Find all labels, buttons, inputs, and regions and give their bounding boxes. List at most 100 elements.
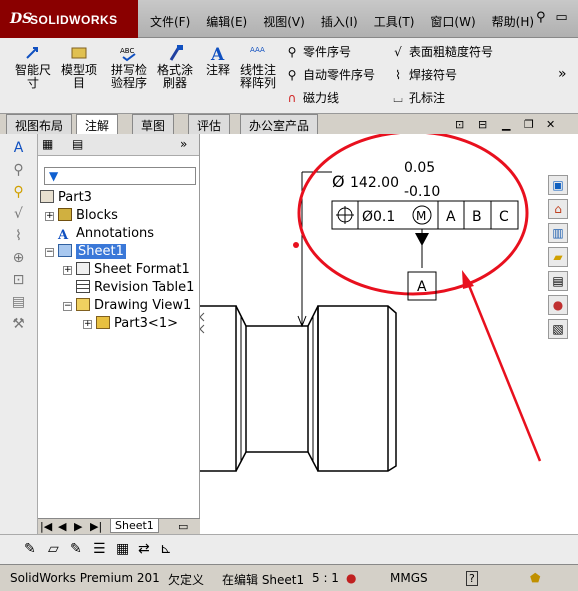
close-icon[interactable]: ✕: [546, 118, 555, 131]
file-explorer-icon[interactable]: ▰: [548, 247, 568, 267]
menu-help[interactable]: 帮助(H): [492, 13, 534, 30]
surface-tool-icon[interactable]: √: [0, 206, 37, 222]
tree-drawing-view-label: Drawing View1: [94, 298, 192, 313]
menu-tools[interactable]: 工具(T): [374, 13, 415, 30]
expand-toggle[interactable]: +: [45, 212, 54, 221]
sheet-tab[interactable]: Sheet1: [110, 518, 159, 533]
hatch-tool-icon[interactable]: ▤: [0, 294, 37, 310]
magnetic-line-button[interactable]: ∩ 磁力线: [284, 89, 339, 106]
gtol-tool-icon[interactable]: ⊕: [0, 250, 37, 266]
view-toggle-icon[interactable]: ⊡: [455, 118, 464, 131]
format-painter-label: 格式涂 刷器: [156, 63, 193, 90]
drawing-sheet[interactable]: Ø 142.00 0.05 -0.10 Ø0.1 M A B C A: [200, 134, 578, 534]
tree-item-drawing-view[interactable]: Drawing View1: [76, 298, 191, 313]
layer-properties-icon[interactable]: ▱: [48, 541, 59, 557]
sheet-nav-next-icon[interactable]: ▶: [74, 520, 82, 533]
menu-edit[interactable]: 编辑(E): [206, 13, 247, 30]
auto-balloon-tool-icon[interactable]: ⚲: [0, 184, 37, 200]
tab-sketch[interactable]: 草图: [132, 114, 175, 134]
balloon-button[interactable]: ⚲ 零件序号: [284, 43, 351, 60]
title-bar: DS SOLIDWORKS 文件(F) 编辑(E) 视图(V) 插入(I) 工具…: [0, 0, 578, 38]
tree-filter-input[interactable]: ▼: [44, 167, 196, 185]
rebuild-icon[interactable]: ●: [346, 571, 356, 585]
view-split-icon[interactable]: ⊟: [478, 118, 487, 131]
tree-item-annotations[interactable]: A Annotations: [58, 226, 154, 242]
dim-tolerance-lower: -0.10: [404, 184, 440, 200]
feature-tree-tab-icon[interactable]: ▦: [42, 137, 53, 151]
collapse-toggle[interactable]: −: [45, 248, 54, 257]
tag-icon[interactable]: ⬟: [530, 571, 540, 585]
property-tab-icon[interactable]: ▤: [72, 137, 83, 151]
sheet-nav-last-icon[interactable]: ▶|: [90, 520, 102, 533]
menu-view[interactable]: 视图(V): [263, 13, 305, 30]
weld-symbol-button[interactable]: ⌇ 焊接符号: [390, 66, 457, 83]
line-style-icon[interactable]: ▦: [116, 541, 129, 557]
tab-office-products[interactable]: 办公室产品: [240, 114, 319, 134]
solidworks-logo[interactable]: DS SOLIDWORKS: [0, 0, 138, 38]
menu-insert[interactable]: 插入(I): [321, 13, 358, 30]
home-icon[interactable]: ⌂: [548, 199, 568, 219]
datum-tool-icon[interactable]: ⊡: [0, 272, 37, 288]
resources-icon[interactable]: ▣: [548, 175, 568, 195]
expand-toggle[interactable]: +: [83, 320, 92, 329]
panel-collapse-icon[interactable]: [200, 324, 205, 334]
restore-icon[interactable]: ❐: [524, 118, 534, 131]
svg-text:ABC: ABC: [120, 47, 134, 55]
menu-file[interactable]: 文件(F): [150, 13, 190, 30]
tree-root[interactable]: Part3: [40, 190, 92, 205]
hole-callout-button[interactable]: ⌴ 孔标注: [390, 89, 445, 106]
color-icon[interactable]: ✎: [70, 541, 82, 557]
appearances-icon[interactable]: ●: [548, 295, 568, 315]
auto-balloon-button[interactable]: ⚲ 自动零件序号: [284, 66, 375, 83]
ribbon-overflow-icon[interactable]: »: [558, 66, 567, 82]
linear-note-pattern-button[interactable]: AAA 线性注 释阵列: [238, 44, 278, 90]
balloon-tool-icon[interactable]: ⚲: [0, 162, 37, 178]
line-thickness-icon[interactable]: ☰: [93, 541, 106, 557]
pin-icon[interactable]: ⚲: [536, 10, 546, 25]
tab-evaluate[interactable]: 评估: [188, 114, 231, 134]
note-tool-icon[interactable]: A: [0, 140, 37, 156]
format-painter-button[interactable]: 格式涂 刷器: [152, 44, 198, 90]
spell-check-button[interactable]: ABC 拼写检 验程序: [106, 44, 152, 90]
line-format-icon[interactable]: ⊾: [160, 541, 172, 557]
help-icon[interactable]: ?: [466, 571, 478, 586]
sheet-nav-prev-icon[interactable]: ◀: [58, 520, 66, 533]
sheet-nav-first-icon[interactable]: |◀: [40, 520, 52, 533]
custom-properties-icon[interactable]: ▧: [548, 319, 568, 339]
fcf-tolerance: Ø0.1: [362, 209, 395, 225]
filter-icon: ▼: [49, 169, 59, 183]
tree-item-blocks[interactable]: Blocks: [58, 208, 118, 223]
tree-item-revision-table[interactable]: Revision Table1: [76, 280, 194, 295]
svg-text:AAA: AAA: [250, 46, 265, 54]
tree-item-sheet[interactable]: Sheet1: [58, 244, 126, 259]
status-units[interactable]: MMGS: [390, 571, 428, 585]
menu-window[interactable]: 窗口(W): [430, 13, 475, 30]
panel-expand-icon[interactable]: »: [180, 137, 187, 151]
tab-view-layout[interactable]: 视图布局: [6, 114, 73, 134]
design-library-icon[interactable]: ▥: [548, 223, 568, 243]
surface-finish-button[interactable]: √ 表面粗糙度符号: [390, 43, 493, 60]
window-restore-icon[interactable]: ▭: [555, 10, 567, 25]
model-items-button[interactable]: 模型项 目: [58, 44, 100, 90]
surface-finish-label: 表面粗糙度符号: [409, 45, 494, 59]
hide-show-edges-icon[interactable]: ⇄: [138, 541, 150, 557]
auto-balloon-icon: ⚲: [287, 68, 297, 82]
smart-dimension-button[interactable]: 智能尺 寸: [12, 44, 54, 90]
tree-item-sheet-format[interactable]: Sheet Format1: [76, 262, 190, 277]
expand-toggle[interactable]: +: [63, 266, 72, 275]
drawing-canvas: Ø 142.00 0.05 -0.10 Ø0.1 M A B C A: [200, 134, 542, 472]
panel-collapse-icon[interactable]: [200, 312, 205, 322]
smart-dimension-icon: [26, 47, 38, 59]
layer-icon[interactable]: ✎: [24, 541, 36, 557]
add-sheet-icon[interactable]: ▭: [178, 520, 188, 533]
note-button[interactable]: A 注释: [204, 44, 232, 77]
tree-item-part-ref[interactable]: Part3<1>: [96, 316, 178, 331]
collapse-toggle[interactable]: −: [63, 302, 72, 311]
minimize-icon[interactable]: ▁: [502, 118, 510, 131]
dim-diameter-symbol: Ø: [332, 172, 345, 191]
tab-annotation[interactable]: 注解: [76, 114, 119, 135]
view-palette-icon[interactable]: ▤: [548, 271, 568, 291]
bottom-toolbar: ✎ ▱ ✎ ☰ ▦ ⇄ ⊾: [0, 534, 578, 564]
wrench-tool-icon[interactable]: ⚒: [0, 316, 37, 332]
weld-tool-icon[interactable]: ⌇: [0, 228, 37, 244]
